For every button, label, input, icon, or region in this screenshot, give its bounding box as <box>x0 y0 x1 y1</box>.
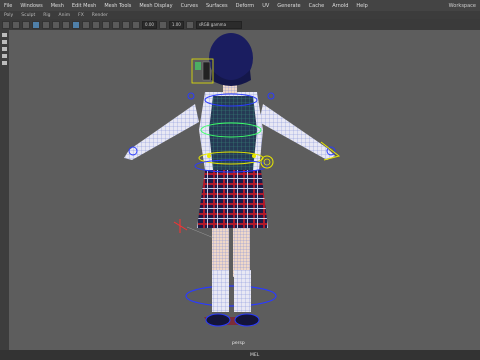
menu-surfaces[interactable]: Surfaces <box>202 3 232 9</box>
left-arm <box>124 104 199 160</box>
select-tool-icon[interactable] <box>2 33 7 37</box>
tab-fx[interactable]: FX <box>74 13 88 18</box>
right-arm <box>259 104 335 160</box>
menu-mesh-display[interactable]: Mesh Display <box>135 3 176 9</box>
smooth-shade-icon[interactable] <box>82 20 90 29</box>
left-shoe <box>205 313 231 327</box>
camera-label: persp <box>232 341 245 346</box>
isolate-icon[interactable] <box>132 20 140 29</box>
workspace-label[interactable]: Workspace <box>449 3 480 9</box>
grid-icon[interactable] <box>42 20 50 29</box>
shadows-icon[interactable] <box>112 20 120 29</box>
rotate-tool-icon[interactable] <box>2 54 7 58</box>
menu-edit-mesh[interactable]: Edit Mesh <box>68 3 100 9</box>
left-leg <box>212 222 229 277</box>
root-control-icon <box>185 285 277 307</box>
wireframe-icon[interactable] <box>72 20 80 29</box>
menu-uv[interactable]: UV <box>258 3 273 9</box>
menu-windows[interactable]: Windows <box>16 3 46 9</box>
menu-arnold[interactable]: Arnold <box>328 3 352 9</box>
textured-icon[interactable] <box>92 20 100 29</box>
color-management-icon[interactable] <box>185 20 194 29</box>
image-plane-icon[interactable] <box>32 20 40 29</box>
menu-mesh[interactable]: Mesh <box>47 3 68 9</box>
menu-mesh-tools[interactable]: Mesh Tools <box>100 3 135 9</box>
right-sock <box>234 270 251 312</box>
tab-render[interactable]: Render <box>88 13 112 18</box>
lasso-tool-icon[interactable] <box>2 40 7 44</box>
move-tool-icon[interactable] <box>2 47 7 51</box>
gamma-icon[interactable] <box>158 20 167 29</box>
film-gate-icon[interactable] <box>52 20 60 29</box>
viewport-toolbar: 0.00 1.00 sRGB gamma <box>0 19 480 30</box>
perspective-viewport[interactable]: persp <box>9 30 480 350</box>
menu-deform[interactable]: Deform <box>232 3 259 9</box>
tab-sculpt[interactable]: Sculpt <box>17 13 39 18</box>
mel-label[interactable]: MEL <box>0 353 259 358</box>
tool-box <box>0 30 9 360</box>
right-leg <box>233 222 250 277</box>
scale-tool-icon[interactable] <box>2 61 7 65</box>
left-sock <box>212 270 229 312</box>
shelf-tabs: Poly Sculpt Rig Anim FX Render <box>0 11 480 19</box>
menu-bar: File Windows Mesh Edit Mesh Mesh Tools M… <box>0 0 480 11</box>
skirt <box>197 170 268 228</box>
bookmark-icon[interactable] <box>22 20 30 29</box>
menu-generate[interactable]: Generate <box>273 3 304 9</box>
lights-icon[interactable] <box>102 20 110 29</box>
menu-help[interactable]: Help <box>352 3 371 9</box>
menu-file[interactable]: File <box>0 3 16 9</box>
tab-rig[interactable]: Rig <box>39 13 54 18</box>
gamma-field[interactable]: 1.00 <box>168 20 184 29</box>
right-shoe <box>234 313 260 327</box>
tab-poly[interactable]: Poly <box>0 13 17 18</box>
menu-cache[interactable]: Cache <box>305 3 329 9</box>
scene-render <box>124 33 341 327</box>
menu-curves[interactable]: Curves <box>177 3 202 9</box>
command-line: MEL <box>0 350 480 360</box>
color-space-field[interactable]: sRGB gamma <box>195 20 242 29</box>
locator-icon <box>173 219 188 233</box>
tab-anim[interactable]: Anim <box>55 13 75 18</box>
resolution-gate-icon[interactable] <box>62 20 70 29</box>
exposure-field[interactable]: 0.00 <box>142 20 157 29</box>
xray-icon[interactable] <box>122 20 130 29</box>
vest <box>209 96 257 170</box>
camera-attributes-icon[interactable] <box>12 20 20 29</box>
select-camera-icon[interactable] <box>2 20 10 29</box>
